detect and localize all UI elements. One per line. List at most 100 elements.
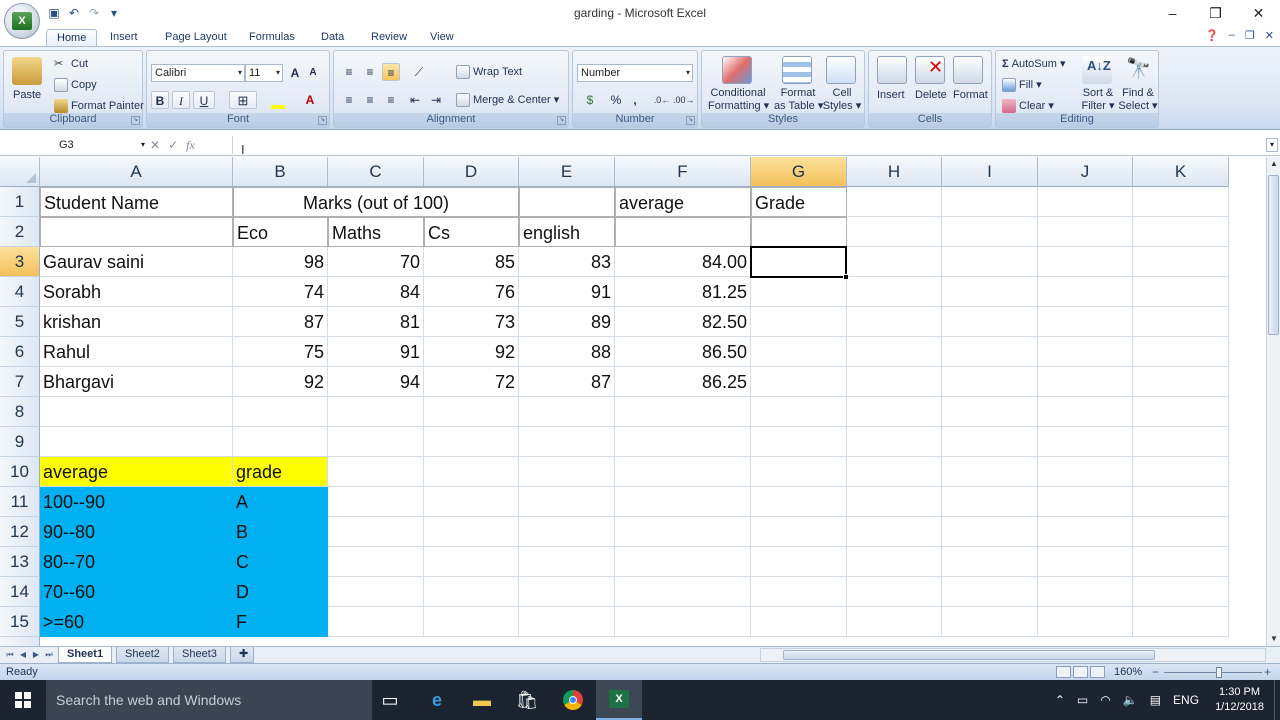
cell-b12[interactable]: B	[233, 517, 328, 547]
scroll-down-icon[interactable]: ▼	[1268, 632, 1280, 646]
cell-i10[interactable]	[942, 457, 1038, 487]
cell-d4[interactable]: 76	[424, 277, 519, 307]
underline-button[interactable]: U	[193, 91, 215, 109]
cell-e7[interactable]: 87	[519, 367, 615, 397]
cell-j5[interactable]	[1038, 307, 1133, 337]
workbook-restore-icon[interactable]: ❐	[1245, 29, 1255, 42]
cell-g9[interactable]	[751, 427, 847, 457]
cell-f9[interactable]	[615, 427, 751, 457]
cell-f6[interactable]: 86.50	[615, 337, 751, 367]
row-header-1[interactable]: 1	[0, 187, 40, 217]
cell-g15[interactable]	[751, 607, 847, 637]
cell-d3[interactable]: 85	[424, 247, 519, 277]
cell-h6[interactable]	[847, 337, 942, 367]
cell-h15[interactable]	[847, 607, 942, 637]
font-name-combo[interactable]: Calibri ▾	[151, 64, 245, 82]
page-break-view-icon[interactable]	[1090, 666, 1105, 678]
edge-browser-icon[interactable]: e	[414, 680, 460, 720]
cell-j14[interactable]	[1038, 577, 1133, 607]
column-header-k[interactable]: K	[1133, 157, 1229, 187]
zoom-out-icon[interactable]: −	[1152, 665, 1159, 679]
cell-j15[interactable]	[1038, 607, 1133, 637]
cell-c10[interactable]	[328, 457, 424, 487]
column-header-e[interactable]: E	[519, 157, 615, 187]
column-header-c[interactable]: C	[328, 157, 424, 187]
language-indicator[interactable]: ENG	[1167, 693, 1205, 707]
cell-j13[interactable]	[1038, 547, 1133, 577]
cell-g11[interactable]	[751, 487, 847, 517]
cell-i5[interactable]	[942, 307, 1038, 337]
cell-f14[interactable]	[615, 577, 751, 607]
cell-e4[interactable]: 91	[519, 277, 615, 307]
number-format-combo[interactable]: Number ▾	[577, 64, 693, 82]
zoom-level[interactable]: 160%	[1114, 666, 1142, 678]
formula-input[interactable]	[232, 136, 1264, 154]
expand-formula-bar-icon[interactable]: ▾	[1266, 138, 1278, 152]
cell-k5[interactable]	[1133, 307, 1229, 337]
fill-button[interactable]: Fill ▾	[1002, 78, 1042, 93]
cell-h9[interactable]	[847, 427, 942, 457]
cell-b14[interactable]: D	[233, 577, 328, 607]
decrease-indent-icon[interactable]: ⇤	[406, 91, 424, 109]
last-sheet-icon[interactable]: ⏭	[43, 648, 55, 662]
zoom-in-icon[interactable]: +	[1264, 665, 1271, 679]
font-color-icon[interactable]: A	[297, 91, 323, 109]
cell-k8[interactable]	[1133, 397, 1229, 427]
cell-a1[interactable]: Student Name	[40, 187, 233, 217]
cell-a13[interactable]: 80--70	[40, 547, 233, 577]
row-header-9[interactable]: 9	[0, 427, 40, 457]
taskbar-clock[interactable]: 1:30 PM 1/12/2018	[1205, 685, 1274, 715]
cell-i13[interactable]	[942, 547, 1038, 577]
cell-g1[interactable]: Grade	[751, 187, 847, 217]
column-header-j[interactable]: J	[1038, 157, 1133, 187]
sheet-tab-sheet2[interactable]: Sheet2	[116, 647, 169, 663]
prev-sheet-icon[interactable]: ◀	[17, 648, 29, 662]
cell-b2[interactable]: Eco	[233, 217, 328, 247]
align-center-icon[interactable]: ≡	[361, 91, 379, 109]
cell-c14[interactable]	[328, 577, 424, 607]
format-cells-button[interactable]: Format	[953, 89, 988, 101]
cell-c7[interactable]: 94	[328, 367, 424, 397]
merge-center-button[interactable]: Merge & Center ▾	[456, 93, 559, 108]
cell-j6[interactable]	[1038, 337, 1133, 367]
cell-i12[interactable]	[942, 517, 1038, 547]
cell-j12[interactable]	[1038, 517, 1133, 547]
cell-e15[interactable]	[519, 607, 615, 637]
cell-f10[interactable]	[615, 457, 751, 487]
cell-c5[interactable]: 81	[328, 307, 424, 337]
cell-g6[interactable]	[751, 337, 847, 367]
cancel-entry-icon[interactable]: ✕	[150, 138, 160, 152]
cell-f7[interactable]: 86.25	[615, 367, 751, 397]
sheet-tab-sheet3[interactable]: Sheet3	[173, 647, 226, 663]
row-header-15[interactable]: 15	[0, 607, 40, 637]
sort-filter-icon[interactable]: A↓Z	[1082, 56, 1112, 84]
cell-d8[interactable]	[424, 397, 519, 427]
cell-i9[interactable]	[942, 427, 1038, 457]
cell-i2[interactable]	[942, 217, 1038, 247]
page-layout-view-icon[interactable]	[1073, 666, 1088, 678]
delete-cells-icon[interactable]: ✕	[915, 56, 945, 84]
tab-data[interactable]: Data	[311, 29, 354, 47]
cell-g2[interactable]	[751, 217, 847, 247]
cell-h5[interactable]	[847, 307, 942, 337]
cell-c6[interactable]: 91	[328, 337, 424, 367]
cell-b3[interactable]: 98	[233, 247, 328, 277]
align-bottom-icon[interactable]: ≡	[382, 63, 400, 81]
insert-function-button[interactable]: fx	[186, 138, 195, 153]
close-button[interactable]: ✕	[1237, 0, 1280, 27]
cell-h4[interactable]	[847, 277, 942, 307]
tab-view[interactable]: View	[420, 29, 464, 47]
row-header-14[interactable]: 14	[0, 577, 40, 607]
workbook-close-icon[interactable]: ✕	[1265, 29, 1274, 42]
autosum-button[interactable]: Σ AutoSum ▾	[1002, 57, 1066, 70]
cell-d9[interactable]	[424, 427, 519, 457]
cell-c11[interactable]	[328, 487, 424, 517]
format-cells-icon[interactable]	[953, 56, 983, 84]
currency-button[interactable]: $	[577, 91, 603, 109]
cell-h1[interactable]	[847, 187, 942, 217]
borders-icon[interactable]: ⊞	[229, 91, 257, 109]
cell-styles-icon[interactable]	[826, 56, 856, 84]
cell-d2[interactable]: Cs	[424, 217, 519, 247]
cell-g8[interactable]	[751, 397, 847, 427]
select-all-button[interactable]	[0, 157, 40, 187]
